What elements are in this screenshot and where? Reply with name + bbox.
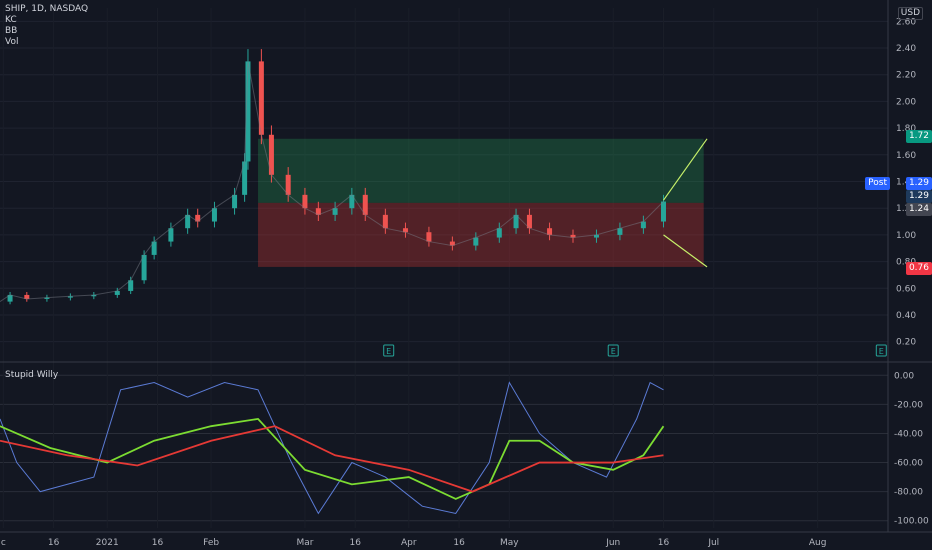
candle-body: [660, 201, 666, 222]
symbol-line[interactable]: SHIP, 1D, NASDAQ: [5, 4, 88, 15]
osc-y-tick-label: -40.00: [894, 429, 923, 439]
x-tick-label: Feb: [203, 538, 219, 548]
x-tick-label: Jul: [707, 538, 719, 548]
osc-y-tick-label: -100.00: [894, 517, 929, 527]
y-tick-label: 2.00: [896, 97, 916, 107]
indicator-kc[interactable]: KC: [5, 15, 88, 26]
y-tick-label: 2.20: [896, 71, 916, 81]
tag-post-value: 1.29: [905, 177, 932, 190]
y-tick-label: 1.60: [896, 151, 916, 161]
x-tick-label: Jun: [605, 538, 620, 548]
x-tick-label: 16: [453, 538, 465, 548]
indicator-bb[interactable]: BB: [5, 26, 88, 37]
candle-body: [382, 214, 388, 229]
tag-target: 1.72: [905, 130, 932, 143]
x-tick-label: c: [1, 538, 6, 548]
osc-y-tick-label: 0.00: [894, 371, 914, 381]
y-tick-label: 2.40: [896, 44, 916, 54]
earnings-label: E: [879, 347, 884, 356]
osc-series-line: [0, 381, 664, 515]
y-tick-label: 0.40: [896, 311, 916, 321]
x-tick-label: 2021: [96, 538, 119, 548]
tag-post: Post: [865, 177, 890, 190]
chart-root: 2.602.402.202.001.801.601.401.201.000.80…: [0, 0, 932, 550]
chart-svg: 2.602.402.202.001.801.601.401.201.000.80…: [0, 0, 932, 548]
osc-y-tick-label: -80.00: [894, 488, 923, 498]
candle-body: [473, 237, 479, 246]
indicator-vol[interactable]: Vol: [5, 37, 88, 48]
earnings-label: E: [611, 347, 616, 356]
osc-y-tick-label: -60.00: [894, 459, 923, 469]
candle-body: [232, 194, 238, 209]
candle-body: [426, 232, 432, 242]
x-tick-label: Aug: [809, 538, 827, 548]
x-tick-label: Apr: [401, 538, 417, 548]
x-tick-label: 16: [48, 538, 60, 548]
y-tick-label: 0.20: [896, 338, 916, 348]
earnings-label: E: [386, 347, 391, 356]
tag-prev: 1.24: [905, 203, 932, 216]
candle-body: [496, 228, 502, 238]
y-tick-label: 0.60: [896, 284, 916, 294]
x-tick-label: 16: [658, 538, 670, 548]
x-tick-label: May: [500, 538, 519, 548]
x-tick-label: 16: [152, 538, 164, 548]
currency-label[interactable]: USD: [897, 7, 923, 20]
legend: SHIP, 1D, NASDAQ KC BB Vol: [5, 4, 88, 48]
x-tick-label: Mar: [296, 538, 313, 548]
oscillator-title[interactable]: Stupid Willy: [5, 370, 58, 381]
tag-stop: 0.76: [905, 262, 932, 275]
osc-y-tick-label: -20.00: [894, 400, 923, 410]
zone-target: [258, 138, 704, 203]
candle-body: [285, 174, 291, 195]
x-tick-label: 16: [349, 538, 361, 548]
y-tick-label: 1.00: [896, 231, 916, 241]
tag-last: 1.29: [905, 190, 932, 203]
